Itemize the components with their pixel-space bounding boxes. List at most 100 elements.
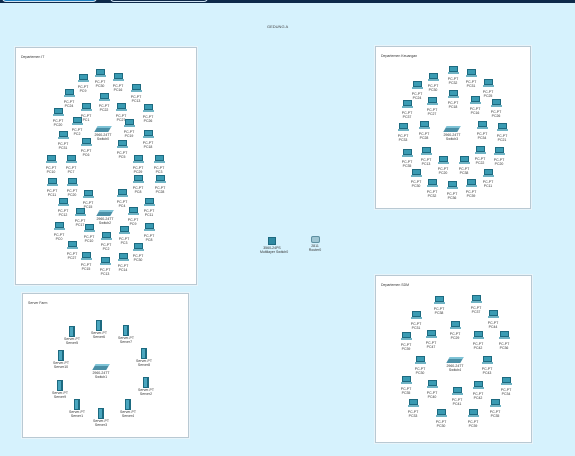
pc-device[interactable]: PC-PT PC31 xyxy=(404,311,428,330)
pc-icon xyxy=(68,208,92,219)
pc-icon xyxy=(481,310,505,321)
pc-icon xyxy=(475,356,499,367)
pc-device[interactable]: PC-PT PC42 xyxy=(466,331,490,350)
device-name: Server8 xyxy=(137,363,151,367)
device-name: PC27 xyxy=(427,112,437,116)
pc-device[interactable]: PC-PT PC39 xyxy=(394,332,418,351)
server-device[interactable]: Server-PT Server6 xyxy=(87,320,111,339)
pc-icon xyxy=(420,380,444,391)
pc-device[interactable]: PC-PT PC37 xyxy=(395,100,419,119)
pc-device[interactable]: PC-PT PC13 xyxy=(124,84,148,103)
device-name: PC21 xyxy=(497,138,507,142)
server-device[interactable]: Server-PT Server1 xyxy=(65,399,89,418)
toolbar-tab-button[interactable] xyxy=(2,0,97,2)
pc-icon xyxy=(93,257,117,268)
pc-device[interactable]: PC-PT PC33 xyxy=(401,399,425,418)
server-device[interactable]: Server-PT Server7 xyxy=(114,325,138,344)
pc-icon xyxy=(412,121,436,132)
device-name: PC33 xyxy=(398,138,408,142)
device-name: Server4 xyxy=(121,414,135,418)
pc-icon xyxy=(106,73,130,84)
device-name: PC13 xyxy=(100,272,110,276)
pc-icon xyxy=(391,123,415,134)
device-name: PC44 xyxy=(488,325,498,329)
pc-device[interactable]: PC-PT PC42 xyxy=(466,381,490,400)
pc-device[interactable]: PC-PT PC30 xyxy=(429,409,453,428)
pc-device[interactable]: PC-PT PC34 xyxy=(494,377,518,396)
server-device[interactable]: Server-PT Server8 xyxy=(132,348,156,367)
server-device[interactable]: Server-PT Server10 xyxy=(49,350,73,369)
pc-device[interactable]: PC-PT PC18 xyxy=(441,90,465,109)
server-device[interactable]: Server-PT Server3 xyxy=(89,408,113,427)
pc-device[interactable]: PC-PT PC47 xyxy=(419,330,443,349)
pc-device[interactable]: PC-PT PC27 xyxy=(420,97,444,116)
pc-icon xyxy=(405,81,429,92)
switch-icon xyxy=(96,210,114,216)
pc-icon xyxy=(148,175,172,186)
pc-device[interactable]: PC-PT PC29 xyxy=(443,321,467,340)
device-name: PC2 xyxy=(102,247,110,251)
pc-device[interactable]: PC-PT PC18 xyxy=(136,130,160,149)
pc-icon xyxy=(94,232,118,243)
pc-device[interactable]: PC-PT PC28 xyxy=(148,175,172,194)
router-device[interactable]: 2811 Router0 xyxy=(303,236,327,252)
multilayer-switch-icon xyxy=(268,237,276,245)
device-name: PC35 xyxy=(402,164,412,168)
pc-device[interactable]: PC-PT PC4 xyxy=(110,189,134,208)
switch-icon xyxy=(446,357,464,363)
device-name: PC8 xyxy=(145,238,153,242)
pc-device[interactable]: PC-PT PC2 xyxy=(94,232,118,251)
pc-device[interactable]: PC-PT PC33 xyxy=(391,123,415,142)
pc-device[interactable]: PC-PT PC36 xyxy=(492,331,516,350)
pc-device[interactable]: PC-PT PC30 xyxy=(408,356,432,375)
device-name: PC35 xyxy=(490,414,500,418)
server-icon xyxy=(123,325,129,336)
pc-device[interactable]: PC-PT PC31 xyxy=(51,131,75,150)
pc-device[interactable]: PC-PT PC13 xyxy=(93,257,117,276)
pc-device[interactable]: PC-PT PC8 xyxy=(137,223,161,242)
pc-device[interactable]: PC-PT PC7 xyxy=(59,155,83,174)
pc-icon xyxy=(57,89,81,100)
multilayer-switch-device[interactable]: 3560-24PS Multilayer Switch0 xyxy=(260,237,289,254)
pc-device[interactable]: PC-PT PC35 xyxy=(483,399,507,418)
pc-icon xyxy=(110,140,134,151)
server-device[interactable]: Server-PT Server4 xyxy=(116,399,140,418)
pc-icon xyxy=(420,97,444,108)
device-name: Server1 xyxy=(70,414,84,418)
pc-device[interactable]: PC-PT PC35 xyxy=(395,149,419,168)
pc-device[interactable]: PC-PT PC38 xyxy=(427,296,451,315)
pc-device[interactable]: PC-PT PC20 xyxy=(487,147,511,166)
server-device[interactable]: Server-PT Server2 xyxy=(134,377,158,396)
pc-icon xyxy=(395,149,419,160)
pc-icon xyxy=(74,138,98,149)
pc-device[interactable]: PC-PT PC39 xyxy=(461,409,485,428)
server-icon xyxy=(69,326,75,337)
pc-device[interactable]: PC-PT PC41 xyxy=(445,387,469,406)
switch-icon xyxy=(92,364,110,370)
switch-device[interactable]: 2960-24TT Switch3 xyxy=(440,123,464,141)
device-name: PC20 xyxy=(494,162,504,166)
device-name: Server6 xyxy=(92,335,106,339)
server-device[interactable]: Server-PT Server9 xyxy=(48,380,72,399)
pc-device[interactable]: PC-PT PC38 xyxy=(452,156,476,175)
pc-device[interactable]: PC-PT PC44 xyxy=(481,310,505,329)
pc-device[interactable]: PC-PT PC0 xyxy=(47,222,71,241)
pc-device[interactable]: PC-PT PC3 xyxy=(147,155,171,174)
switch-device[interactable]: 2960-24TT Switch2 xyxy=(93,207,117,225)
pc-icon xyxy=(429,409,453,420)
pc-device[interactable]: PC-PT PC28 xyxy=(412,121,436,140)
pc-icon xyxy=(404,311,428,322)
device-name: Switch4 xyxy=(448,368,462,372)
server-device[interactable]: Server-PT Server5 xyxy=(60,326,84,345)
pc-device[interactable]: PC-PT PC26 xyxy=(484,99,508,118)
server-icon xyxy=(58,350,64,361)
switch-device[interactable]: 2960-24TT Switch4 xyxy=(443,354,467,372)
pc-device[interactable]: PC-PT PC39 xyxy=(459,179,483,198)
pc-device[interactable]: PC-PT PC21 xyxy=(490,123,514,142)
switch-device[interactable]: 2960-24TT Switch1 xyxy=(89,361,113,379)
toolbar-tab-button[interactable] xyxy=(110,0,208,2)
pc-device[interactable]: PC-PT PC43 xyxy=(475,356,499,375)
pc-device[interactable]: PC-PT PC40 xyxy=(420,380,444,399)
pc-device[interactable]: PC-PT PC35 xyxy=(394,376,418,395)
device-name: Multilayer Switch0 xyxy=(260,250,289,254)
